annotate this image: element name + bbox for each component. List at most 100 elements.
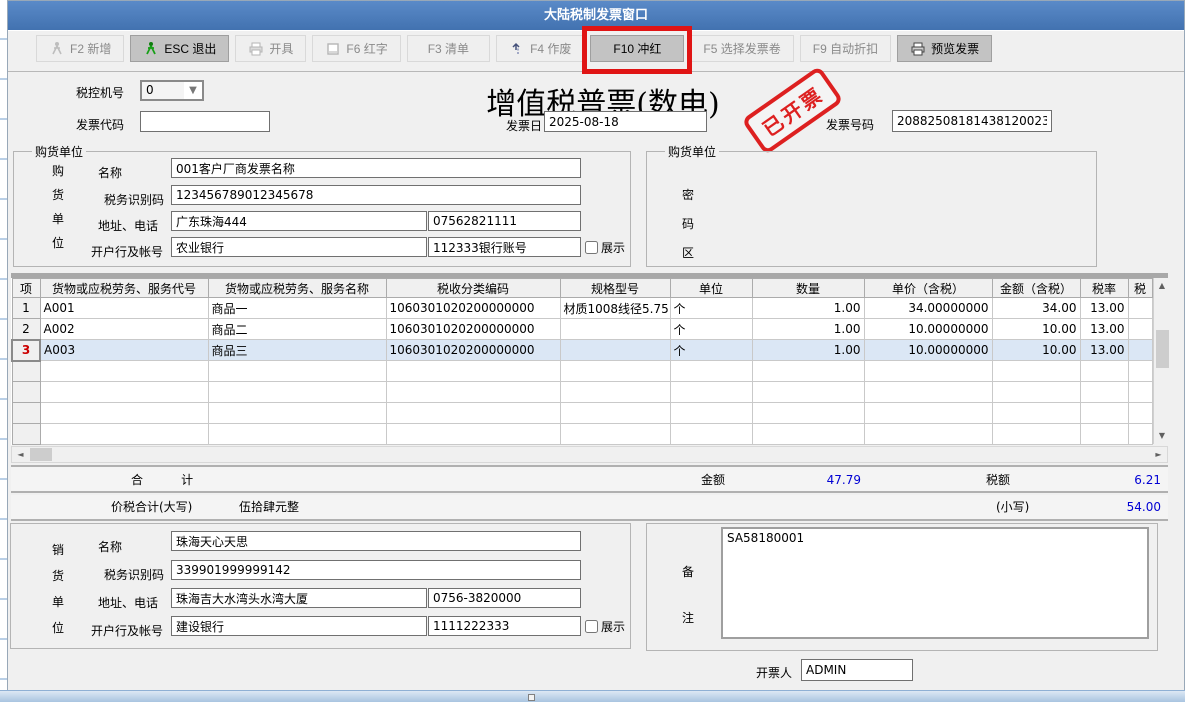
table-cell[interactable] [386, 403, 560, 424]
table-cell[interactable] [992, 382, 1080, 403]
table-cell[interactable]: 10.00 [992, 340, 1080, 361]
table-cell[interactable] [208, 382, 386, 403]
table-row[interactable]: 3A003商品三1060301020200000000个1.0010.00000… [12, 340, 1152, 361]
table-cell[interactable]: 13.00 [1080, 319, 1128, 340]
auto-discount-button[interactable]: F9 自动折扣 [800, 35, 891, 62]
table-cell[interactable]: 材质1008线径5.75 [560, 298, 670, 319]
remark-textarea[interactable]: SA58180001 [721, 527, 1149, 639]
table-cell[interactable]: A003 [40, 340, 208, 361]
table-cell[interactable]: 1.00 [752, 298, 864, 319]
table-cell[interactable] [1128, 424, 1152, 445]
scrollbar-thumb[interactable] [30, 448, 52, 461]
buyer-bank-input[interactable] [171, 237, 427, 257]
table-cell[interactable]: A001 [40, 298, 208, 319]
table-cell[interactable] [670, 382, 752, 403]
buyer-account-input[interactable] [428, 237, 581, 257]
scroll-right-icon[interactable]: ► [1150, 447, 1167, 462]
table-cell[interactable]: 10.00 [992, 319, 1080, 340]
table-cell[interactable] [560, 424, 670, 445]
buyer-address-input[interactable] [171, 211, 427, 231]
buyer-taxid-input[interactable] [171, 185, 581, 205]
table-cell[interactable] [992, 361, 1080, 382]
table-row[interactable] [12, 403, 1152, 424]
seller-show-checkbox[interactable]: 展示 [585, 618, 625, 635]
table-cell[interactable] [670, 424, 752, 445]
table-cell[interactable]: 商品三 [208, 340, 386, 361]
checkbox[interactable] [585, 620, 598, 633]
table-cell[interactable]: 34.00 [992, 298, 1080, 319]
seller-address-input[interactable] [171, 588, 427, 608]
table-cell[interactable] [992, 424, 1080, 445]
table-cell[interactable]: 1.00 [752, 319, 864, 340]
invoice-number-input[interactable] [892, 110, 1052, 132]
seller-name-input[interactable] [171, 531, 581, 551]
table-cell[interactable] [752, 361, 864, 382]
table-cell[interactable] [1080, 361, 1128, 382]
table-cell[interactable] [560, 340, 670, 361]
table-cell[interactable] [208, 424, 386, 445]
table-cell[interactable] [864, 424, 992, 445]
buyer-name-input[interactable] [171, 158, 581, 178]
machine-no-select[interactable]: 0 ▼ [140, 80, 204, 101]
table-cell[interactable] [208, 403, 386, 424]
row-header[interactable]: 1 [12, 298, 40, 319]
seller-bank-input[interactable] [171, 616, 427, 636]
table-cell[interactable] [40, 424, 208, 445]
table-cell[interactable] [752, 403, 864, 424]
table-cell[interactable] [864, 403, 992, 424]
red-letter-button[interactable]: F6 红字 [312, 35, 400, 62]
table-cell[interactable] [560, 382, 670, 403]
table-cell[interactable] [386, 361, 560, 382]
void-button[interactable]: F4 作废 [496, 35, 584, 62]
table-cell[interactable] [1128, 298, 1152, 319]
list-button[interactable]: F3 清单 [407, 35, 490, 62]
chevron-down-icon[interactable]: ▼ [184, 85, 202, 96]
table-cell[interactable] [1128, 340, 1152, 361]
exit-button[interactable]: ESC 退出 [130, 35, 229, 62]
table-cell[interactable] [208, 361, 386, 382]
table-cell[interactable]: 商品二 [208, 319, 386, 340]
table-cell[interactable] [386, 382, 560, 403]
table-cell[interactable]: 1.00 [752, 340, 864, 361]
seller-taxid-input[interactable] [171, 560, 581, 580]
preview-invoice-button[interactable]: 预览发票 [897, 35, 992, 62]
table-cell[interactable] [560, 361, 670, 382]
table-row[interactable] [12, 361, 1152, 382]
vertical-scrollbar[interactable]: ▲ ▼ [1153, 278, 1169, 444]
scrollbar-thumb[interactable] [1156, 330, 1169, 368]
table-cell[interactable] [670, 361, 752, 382]
table-cell[interactable] [1128, 382, 1152, 403]
table-cell[interactable] [560, 319, 670, 340]
table-cell[interactable] [1080, 403, 1128, 424]
table-cell[interactable] [864, 382, 992, 403]
seller-account-input[interactable] [428, 616, 581, 636]
table-cell[interactable] [40, 403, 208, 424]
table-cell[interactable] [752, 382, 864, 403]
table-row[interactable] [12, 424, 1152, 445]
scroll-down-icon[interactable]: ▼ [1154, 428, 1171, 444]
scroll-up-icon[interactable]: ▲ [1154, 278, 1171, 294]
table-cell[interactable] [1128, 361, 1152, 382]
table-cell[interactable]: 34.00000000 [864, 298, 992, 319]
table-row[interactable] [12, 382, 1152, 403]
table-cell[interactable]: 10.00000000 [864, 319, 992, 340]
table-cell[interactable] [560, 403, 670, 424]
reverse-red-button[interactable]: F10 冲红 [590, 35, 684, 62]
table-cell[interactable]: 个 [670, 298, 752, 319]
row-header[interactable]: 3 [12, 340, 40, 361]
table-cell[interactable]: 1060301020200000000 [386, 340, 560, 361]
table-cell[interactable]: 13.00 [1080, 298, 1128, 319]
invoice-date-input[interactable] [544, 111, 707, 132]
window-titlebar[interactable]: 大陆税制发票窗口 [8, 1, 1184, 30]
scroll-left-icon[interactable]: ◄ [12, 447, 29, 462]
table-cell[interactable]: 13.00 [1080, 340, 1128, 361]
table-cell[interactable] [1080, 382, 1128, 403]
table-cell[interactable] [752, 424, 864, 445]
buyer-phone-input[interactable] [428, 211, 581, 231]
table-cell[interactable] [40, 382, 208, 403]
resize-grip[interactable] [528, 694, 535, 701]
table-cell[interactable] [1128, 319, 1152, 340]
table-cell[interactable]: 1060301020200000000 [386, 319, 560, 340]
table-row[interactable]: 1A001商品一1060301020200000000材质1008线径5.75个… [12, 298, 1152, 319]
invoice-code-input[interactable] [140, 111, 270, 132]
